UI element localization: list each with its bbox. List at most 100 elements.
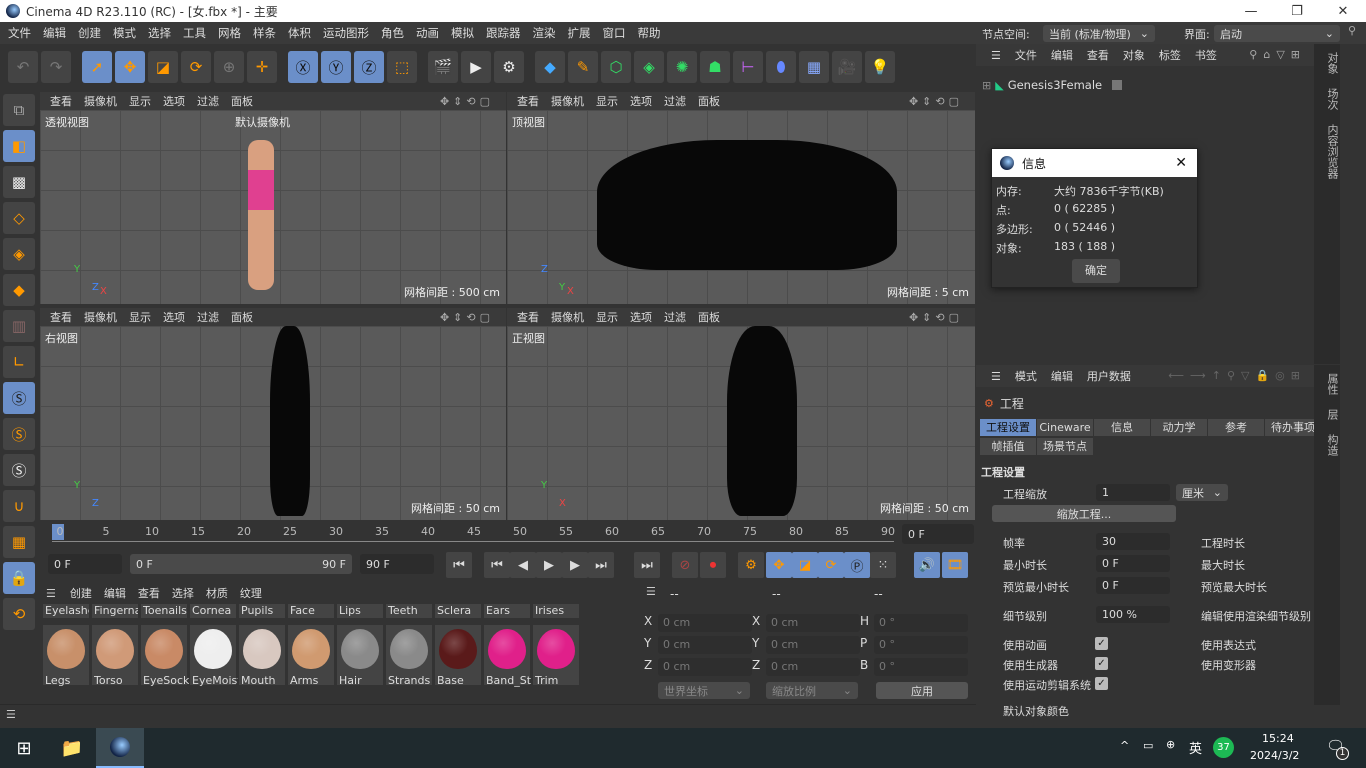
viewport-menu-item[interactable]: 选项 [157,93,191,109]
viewport-menu-item[interactable]: 过滤 [658,309,692,325]
character-model-side[interactable] [270,326,310,516]
material-menu-item[interactable]: 选择 [166,585,200,601]
extrude-button[interactable]: ◈ [634,51,664,83]
previous-key-button[interactable]: ⏮ [484,552,510,578]
viewport-nav-icons[interactable]: ✥⇕⟲▢ [434,311,500,324]
viewport-nav-icons[interactable]: ✥⇕⟲▢ [903,95,969,108]
menu-item[interactable]: 跟踪器 [480,25,527,41]
size-y-input[interactable]: 0 cm [766,636,860,654]
viewport-menu-item[interactable]: 选项 [624,93,658,109]
tab-3[interactable]: 动力学 [1151,419,1207,436]
menu-item[interactable]: 扩展 [562,25,597,41]
battery-icon[interactable]: ▭ [1143,739,1153,752]
search-icon[interactable]: ⚲ [1348,24,1356,37]
menu-item[interactable]: 体积 [282,25,317,41]
viewport-menu-item[interactable]: 摄像机 [78,93,123,109]
windows-start-icon[interactable]: ⊞ [0,738,48,759]
scale-project-button[interactable]: 缩放工程... [992,505,1176,522]
material-swatch-top[interactable]: Lips [337,604,383,618]
viewport-menu-item[interactable]: 面板 [692,309,726,325]
menu-item[interactable]: 选择 [142,25,177,41]
viewport-menu-item[interactable]: 面板 [225,309,259,325]
menu-item[interactable]: 动画 [410,25,445,41]
ime-indicator[interactable]: 英 [1189,738,1202,757]
tab-1[interactable]: Cineware [1037,419,1093,436]
y-axis-button[interactable]: Ⓨ [321,51,351,83]
x-axis-button[interactable]: Ⓧ [288,51,318,83]
end-frame-field[interactable]: 90 F [360,554,434,574]
go-to-end-button[interactable]: ⏭ [634,552,660,578]
viewport-menu-item[interactable]: 过滤 [658,93,692,109]
menu-item[interactable]: 创建 [72,25,107,41]
current-frame-field[interactable]: 0 F [902,524,974,544]
material-swatch-top[interactable]: Cornea [190,604,236,618]
material-swatch[interactable]: Arms [288,625,334,687]
node-space-dropdown[interactable]: 当前 (标准/物理) ⌄ [1043,25,1155,42]
material-swatch[interactable]: Legs [43,625,89,687]
key-position-button[interactable]: ✥ [766,552,792,578]
lod-input[interactable]: 100 % [1096,606,1170,623]
viewport-canvas[interactable]: 透视视图 默认摄像机 网格间距 : 500 cm Y Z X [40,110,506,304]
character-model-top[interactable] [597,140,897,270]
previous-frame-button[interactable]: ◀ [510,552,536,578]
side-tab[interactable]: 属性 [1326,373,1339,395]
z-axis-button[interactable]: Ⓩ [354,51,384,83]
viewport-menu-item[interactable]: 摄像机 [78,309,123,325]
material-swatch-top[interactable]: Ears [484,604,530,618]
scale-mode-dropdown[interactable]: 缩放比例 ⌄ [766,682,858,699]
rotate-tool-button[interactable]: ⟳ [181,51,211,83]
move-tool-button[interactable]: ✥ [115,51,145,83]
autokey-button[interactable]: ⏺ [700,552,726,578]
show-hidden-icons[interactable]: ^ [1120,739,1129,752]
rotation-b-input[interactable]: 0 ° [874,658,968,676]
position-y-input[interactable]: 0 cm [658,636,752,654]
rotation-p-input[interactable]: 0 ° [874,636,968,654]
material-swatch[interactable]: EyeMoisture [190,625,238,687]
material-swatch[interactable]: EyeSocket [141,625,189,687]
render-picture-viewer-button[interactable]: ▶ [461,51,491,83]
material-swatch[interactable]: Mouth [239,625,285,687]
object-menu-item[interactable]: 查看 [1080,47,1116,63]
viewport[interactable]: 查看 摄像机 显示 选项 过滤 面板 ✥⇕⟲▢ 正视图 网格间距 : 50 cm Y X [507,308,975,520]
timeline-ruler[interactable]: 0 5 10 15 20 25 30 35 40 45 50 55 60 65 70 75 80 85 90 [52,522,895,542]
coordinate-tool-button[interactable]: ✛ [247,51,277,83]
uv-mode-button[interactable]: ▥ [3,310,35,342]
menu-item[interactable]: 角色 [375,25,410,41]
next-frame-button[interactable]: ▶ [562,552,588,578]
keyframe-selection-button[interactable]: ⚙ [738,552,764,578]
close-icon[interactable]: ✕ [1175,155,1187,171]
cloner-button[interactable]: ✺ [667,51,697,83]
unit-dropdown[interactable]: 厘米 ⌄ [1176,484,1228,501]
tab-6[interactable]: 帧插值 [980,438,1036,455]
film-button[interactable]: 🎞 [942,552,968,578]
viewport-canvas[interactable]: 正视图 网格间距 : 50 cm Y X [507,326,975,520]
menu-item[interactable]: 网格 [212,25,247,41]
viewport-menu-item[interactable]: 查看 [44,93,78,109]
pen-button[interactable]: ✎ [568,51,598,83]
viewport-canvas[interactable]: 顶视图 网格间距 : 5 cm Z Y X [507,110,975,304]
close-button[interactable]: ✕ [1320,0,1366,22]
texture-mode-button[interactable]: ▩ [3,166,35,198]
menu-item[interactable]: 样条 [247,25,282,41]
viewport-menu-item[interactable]: 选项 [157,309,191,325]
material-menu-item[interactable]: 材质 [200,585,234,601]
viewport-menu-item[interactable]: 过滤 [191,309,225,325]
next-key-button[interactable]: ⏭ [588,552,614,578]
light-button[interactable]: 💡 [865,51,895,83]
viewport-menu-item[interactable]: 显示 [590,309,624,325]
render-settings-button[interactable]: ⚙ [494,51,524,83]
fps-input[interactable]: 30 [1096,533,1170,550]
select-tool-button[interactable]: ➚ [82,51,112,83]
viewport-menu-item[interactable]: 选项 [624,309,658,325]
viewport-menu-item[interactable]: 显示 [590,93,624,109]
subdivision-button[interactable]: ⬡ [601,51,631,83]
coordinate-system-button[interactable]: ⬚ [387,51,417,83]
points-mode-button[interactable]: ◇ [3,202,35,234]
align-workplane-button[interactable]: ⟲ [3,598,35,630]
object-menu-item[interactable]: 编辑 [1044,47,1080,63]
cube-button[interactable]: ◆ [535,51,565,83]
material-swatch-top[interactable]: Irises [533,604,579,618]
material-menu-item[interactable]: 创建 [64,585,98,601]
checkbox[interactable]: ✓ [1095,657,1108,670]
side-tab[interactable]: 层 [1326,409,1339,420]
